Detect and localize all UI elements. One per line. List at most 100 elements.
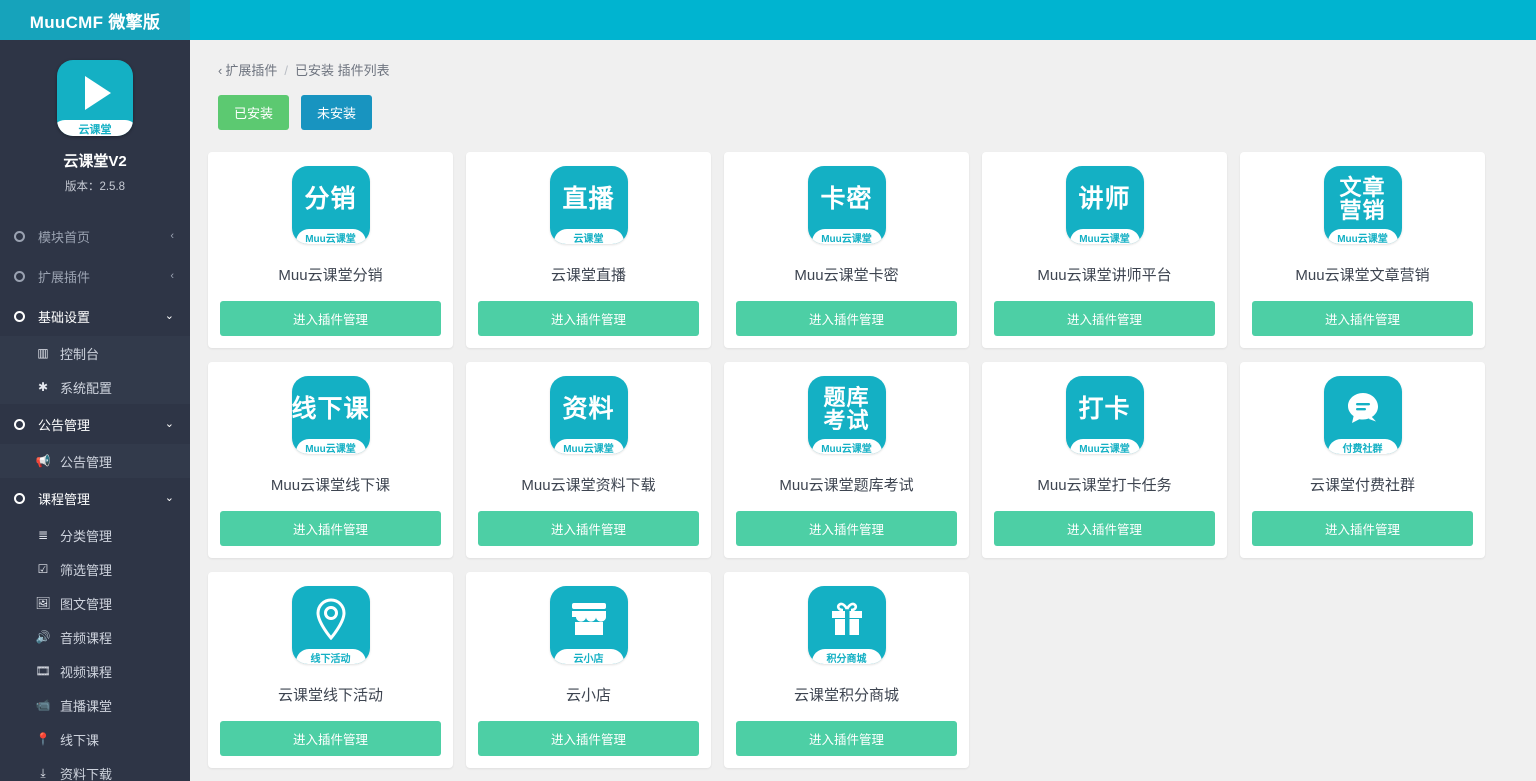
enter-plugin-management-button[interactable]: 进入插件管理: [994, 511, 1215, 546]
enter-plugin-management-button[interactable]: 进入插件管理: [478, 511, 699, 546]
plugin-icon: 云小店: [550, 586, 628, 664]
plugin-icon-text-line: 直播: [562, 187, 614, 212]
sidebar-item-module-home[interactable]: 模块首页 ‹: [0, 216, 190, 256]
enter-plugin-management-button[interactable]: 进入插件管理: [736, 721, 957, 756]
sidebar-subitem-label: 控制台: [60, 344, 99, 363]
plugin-card[interactable]: 积分商城云课堂积分商城进入插件管理: [724, 572, 969, 768]
plugin-title: 云课堂直播: [551, 264, 626, 285]
sidebar-subitem-filter[interactable]: ☑ 筛选管理: [0, 552, 190, 586]
plugin-card[interactable]: 题库考试Muu云课堂 Muu云课堂题库考试进入插件管理: [724, 362, 969, 558]
plugin-title: 云课堂付费社群: [1310, 474, 1415, 495]
plugin-icon-pill-label: Muu云课堂: [563, 440, 614, 454]
plugin-icon-text: 打卡: [1078, 397, 1130, 422]
sidebar-item-course-management[interactable]: 课程管理 ⌄: [0, 478, 190, 518]
map-pin-icon: 📍: [34, 732, 52, 746]
breadcrumb-separator: /: [284, 63, 288, 78]
brand-logo-area[interactable]: MuuCMF 微擎版: [0, 0, 190, 40]
plugin-icon-text-line: 资料: [562, 397, 614, 422]
enter-plugin-management-button[interactable]: 进入插件管理: [478, 721, 699, 756]
plugin-card[interactable]: 资料Muu云课堂Muu云课堂资料下载进入插件管理: [466, 362, 711, 558]
plugin-icon-text: 分销: [304, 187, 356, 212]
plugin-icon-pill-label: 积分商城: [827, 650, 867, 664]
breadcrumb-current: 已安装 插件列表: [295, 63, 390, 78]
enter-plugin-management-button[interactable]: 进入插件管理: [1252, 511, 1473, 546]
chevron-down-icon: ⌄: [165, 419, 174, 430]
plugin-card-grid: 分销Muu云课堂Muu云课堂分销进入插件管理直播云课堂云课堂直播进入插件管理卡密…: [190, 130, 1510, 781]
plugin-icon-pill: 云课堂: [554, 229, 624, 244]
play-triangle-icon: [85, 76, 111, 110]
circle-icon: [14, 419, 25, 430]
sidebar-subitem-system-config[interactable]: ✱ 系统配置: [0, 370, 190, 404]
plugin-card[interactable]: 卡密Muu云课堂Muu云课堂卡密进入插件管理: [724, 152, 969, 348]
plugin-icon: 资料 Muu云课堂: [550, 376, 628, 454]
plugin-card[interactable]: 付费社群云课堂付费社群进入插件管理: [1240, 362, 1485, 558]
sidebar-subitem-label: 分类管理: [60, 526, 112, 545]
plugin-icon-pill: Muu云课堂: [296, 229, 366, 244]
plugin-icon: 分销 Muu云课堂: [292, 166, 370, 244]
chevron-down-icon: ⌄: [165, 311, 174, 322]
enter-plugin-management-button[interactable]: 进入插件管理: [478, 301, 699, 336]
plugin-icon-pill-label: Muu云课堂: [305, 230, 356, 244]
sidebar-subitem-offline-class[interactable]: 📍 线下课: [0, 722, 190, 756]
plugin-title: Muu云课堂文章营销: [1295, 264, 1429, 285]
gears-icon: ✱: [34, 380, 52, 394]
plugin-card[interactable]: 文章营销Muu云课堂Muu云课堂文章营销进入插件管理: [1240, 152, 1485, 348]
sidebar-subitem-console[interactable]: ▥ 控制台: [0, 336, 190, 370]
chevron-left-icon[interactable]: ‹: [218, 63, 222, 78]
sidebar-item-extensions[interactable]: 扩展插件 ‹: [0, 256, 190, 296]
enter-plugin-management-button[interactable]: 进入插件管理: [220, 721, 441, 756]
top-header-bar: MuuCMF 微擎版: [0, 0, 1536, 40]
tab-installed[interactable]: 已安装: [218, 95, 289, 130]
plugin-card[interactable]: 云小店云小店进入插件管理: [466, 572, 711, 768]
plugin-icon: 线下课 Muu云课堂: [292, 376, 370, 454]
plugin-card[interactable]: 分销 Muu云课堂Muu云课堂 分销进入插件管理: [208, 152, 453, 348]
plugin-card[interactable]: 讲师Muu云课堂Muu云课堂讲师平台进入插件管理: [982, 152, 1227, 348]
product-logo-icon: 云课堂: [57, 60, 133, 136]
enter-plugin-management-button[interactable]: 进入插件管理: [736, 511, 957, 546]
sidebar-subitem-video-course[interactable]: 🎞 视频课程: [0, 654, 190, 688]
plugin-title: Muu云课堂讲师平台: [1037, 264, 1171, 285]
plugin-card[interactable]: 直播云课堂云课堂直播进入插件管理: [466, 152, 711, 348]
plugin-icon: 线下活动: [292, 586, 370, 664]
enter-plugin-management-button[interactable]: 进入插件管理: [220, 511, 441, 546]
plugin-icon: 题库考试Muu云课堂: [808, 376, 886, 454]
checkbox-icon: ☑: [34, 562, 52, 576]
sidebar-subitem-graphic[interactable]: 🖼 图文管理: [0, 586, 190, 620]
sidebar-subitem-label: 筛选管理: [60, 560, 112, 579]
breadcrumb-parent[interactable]: 扩展插件: [225, 63, 277, 78]
enter-plugin-management-button[interactable]: 进入插件管理: [1252, 301, 1473, 336]
plugin-card[interactable]: 线下活动云课堂线下活动进入插件管理: [208, 572, 453, 768]
plugin-icon-text-line: 分销: [304, 187, 356, 212]
sidebar-subitem-notice[interactable]: 📢 公告管理: [0, 444, 190, 478]
enter-plugin-management-button[interactable]: 进入插件管理: [736, 301, 957, 336]
plugin-card[interactable]: 打卡Muu云课堂Muu云课堂打卡任务进入插件管理: [982, 362, 1227, 558]
enter-plugin-management-button[interactable]: 进入插件管理: [220, 301, 441, 336]
product-version: 版本：2.5.8: [65, 178, 125, 194]
megaphone-icon: 📢: [34, 454, 52, 468]
plugin-title: Muu云课堂线下课: [271, 474, 390, 495]
film-icon: 🎞: [34, 664, 52, 678]
map-pin-icon: [312, 598, 350, 640]
plugin-icon-pill: Muu云课堂: [1070, 439, 1140, 454]
gift-icon: [827, 599, 867, 639]
plugin-card[interactable]: 线下课 Muu云课堂 Muu云课堂线下课进入插件管理: [208, 362, 453, 558]
brand-title: MuuCMF 微擎版: [30, 8, 160, 33]
sidebar-subitem-live-class[interactable]: 📹 直播课堂: [0, 688, 190, 722]
sidebar-subitem-audio-course[interactable]: 🔊 音频课程: [0, 620, 190, 654]
plugin-title: 云小店: [566, 684, 611, 705]
sidebar-subitem-materials-download[interactable]: ⤓ 资料下载: [0, 756, 190, 781]
sidebar-item-basic-settings[interactable]: 基础设置 ⌄: [0, 296, 190, 336]
plugin-icon: 卡密Muu云课堂: [808, 166, 886, 244]
sidebar-subitem-category[interactable]: ≣ 分类管理: [0, 518, 190, 552]
circle-icon: [14, 231, 25, 242]
plugin-icon-pill: Muu云课堂: [1328, 229, 1398, 244]
tab-not-installed[interactable]: 未安装: [301, 95, 372, 130]
plugin-title: 云课堂线下活动: [278, 684, 383, 705]
sidebar-item-notice-management[interactable]: 公告管理 ⌄: [0, 404, 190, 444]
plugin-title: Muu云课堂题库考试: [779, 474, 913, 495]
plugin-icon-text: 线下课: [292, 397, 370, 422]
plugin-icon-pill-label: Muu云课堂: [305, 440, 356, 454]
enter-plugin-management-button[interactable]: 进入插件管理: [994, 301, 1215, 336]
sidebar-subitem-label: 资料下载: [60, 764, 112, 781]
plugin-icon-text: 直播: [562, 187, 614, 212]
